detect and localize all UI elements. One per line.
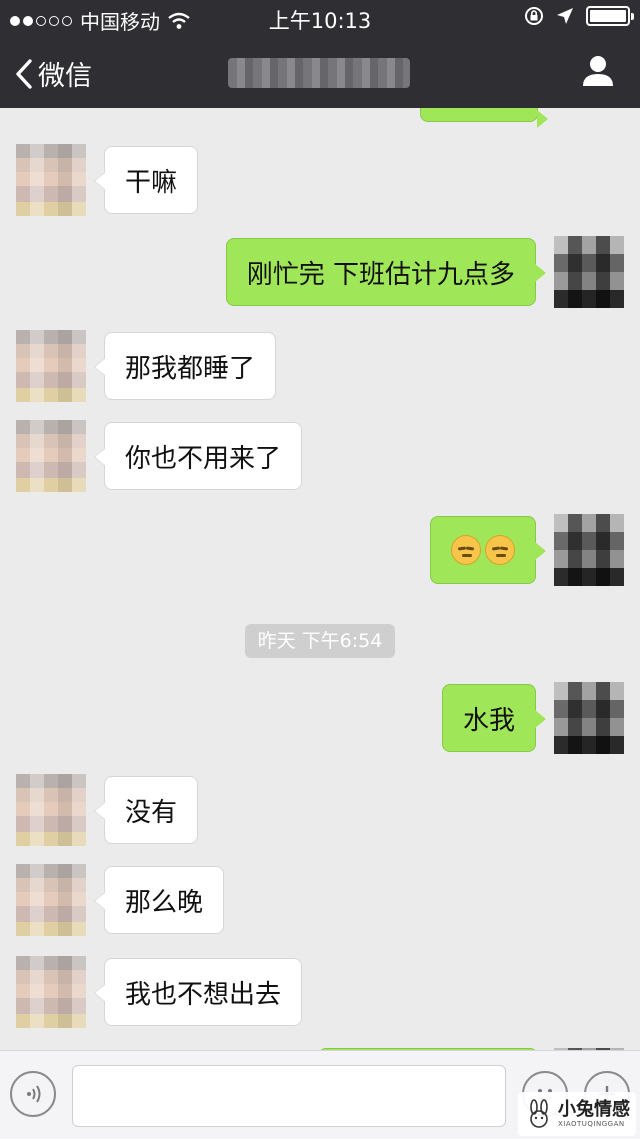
person-icon[interactable] — [580, 52, 616, 88]
message-row: 那我都睡了 — [0, 330, 640, 402]
message-row: 水我 — [0, 682, 640, 754]
message-row: 我也不想出去 — [0, 956, 640, 1028]
watermark-text: 小兔情感 — [558, 1099, 630, 1120]
message-row: 那么晚 — [0, 864, 640, 936]
contact-avatar[interactable] — [16, 144, 86, 216]
message-row: 没有 — [0, 774, 640, 846]
watermark-text-block: 小兔情感 XIAOTUQINGGAN — [558, 1099, 630, 1129]
message-bubble-outgoing[interactable]: 水我 — [441, 684, 547, 752]
message-bubble-partial — [420, 108, 548, 128]
message-bubble-incoming[interactable]: 那我都睡了 — [93, 332, 277, 400]
nav-bar: 微信 — [0, 36, 640, 108]
battery-fill — [590, 10, 626, 22]
watermark-logo: 小兔情感 XIAOTUQINGGAN — [518, 1092, 636, 1136]
rabbit-logo-icon — [530, 1099, 548, 1128]
message-bubble-incoming[interactable]: 那么晚 — [93, 866, 225, 934]
contact-avatar[interactable] — [16, 956, 86, 1028]
message-row: 刚忙完 下班估计九点多 — [0, 236, 640, 308]
message-bubble-incoming[interactable]: 干嘛 — [93, 146, 199, 214]
message-bubble-outgoing-emoji[interactable] — [430, 516, 546, 584]
chat-title-redacted — [228, 58, 410, 88]
message-row — [0, 514, 640, 586]
contact-avatar[interactable] — [16, 330, 86, 402]
status-bar: 中国移动 上午10:13 — [0, 0, 640, 36]
message-bubble-incoming[interactable]: 你也不用来了 — [93, 422, 303, 490]
my-avatar[interactable] — [554, 514, 624, 586]
unamused-face-icon — [451, 535, 481, 565]
contact-avatar[interactable] — [16, 864, 86, 936]
unamused-face-icon — [485, 535, 515, 565]
orientation-lock-icon — [525, 7, 543, 25]
header: 中国移动 上午10:13 微信 — [0, 0, 640, 108]
chevron-left-icon — [16, 58, 32, 89]
voice-button[interactable] — [10, 1071, 56, 1117]
message-bubble-outgoing[interactable]: 刚忙完 下班估计九点多 — [225, 238, 547, 306]
message-row: 你也不用来了 — [0, 420, 640, 492]
watermark-subtext: XIAOTUQINGGAN — [558, 1120, 625, 1128]
location-arrow-icon — [557, 8, 573, 24]
message-bubble-incoming[interactable]: 我也不想出去 — [93, 958, 303, 1026]
voice-icon — [27, 1085, 41, 1103]
contact-avatar[interactable] — [16, 774, 86, 846]
message-row-partial — [0, 108, 640, 128]
chat-area[interactable]: 干嘛 刚忙完 下班估计九点多 那我都睡了 你也不用来了 昨天 下午6:54 水我… — [0, 108, 640, 1050]
message-input[interactable] — [72, 1065, 506, 1127]
back-label: 微信 — [38, 61, 92, 92]
status-right — [524, 6, 634, 26]
back-button[interactable]: 微信 — [14, 54, 92, 93]
my-avatar[interactable] — [554, 236, 624, 308]
chat-timestamp: 昨天 下午6:54 — [245, 624, 395, 658]
contact-avatar[interactable] — [16, 420, 86, 492]
message-row: 干嘛 — [0, 144, 640, 216]
battery-icon — [586, 6, 634, 26]
my-avatar[interactable] — [554, 682, 624, 754]
message-bubble-incoming[interactable]: 没有 — [93, 776, 199, 844]
